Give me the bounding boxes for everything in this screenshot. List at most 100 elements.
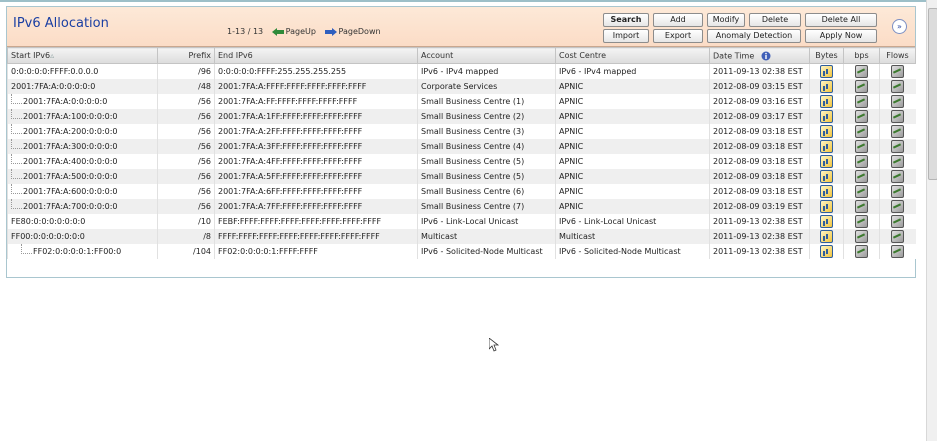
bar-chart-icon[interactable] bbox=[820, 155, 833, 168]
table-row[interactable]: 2001:7FA:A:0:0:0:0:0/48 2001:7FA:A:FFFF:F… bbox=[7, 79, 916, 94]
table-row[interactable]: 2001:7FA:A:0:0:0:0:0/56 2001:7FA:A:FF:FFF… bbox=[7, 94, 916, 109]
search-button[interactable]: Search bbox=[603, 13, 649, 27]
graph-icon[interactable] bbox=[855, 80, 868, 93]
bar-chart-icon[interactable] bbox=[820, 140, 833, 153]
table-row[interactable]: 2001:7FA:A:200:0:0:0:0/56 2001:7FA:A:2FF:… bbox=[7, 124, 916, 139]
cell-date-time-text: 2012-08-09 03:18 EST bbox=[713, 127, 803, 136]
cell-start-ipv6: FF02:0:0:0:0:1:FF00:0 bbox=[7, 244, 158, 259]
graph-icon[interactable] bbox=[891, 65, 905, 78]
col-account[interactable]: Account bbox=[417, 47, 556, 64]
graph-icon[interactable] bbox=[855, 245, 868, 258]
cell-account: Multicast bbox=[417, 229, 556, 244]
cell-bytes bbox=[809, 79, 844, 94]
cell-flows bbox=[879, 139, 916, 154]
graph-icon[interactable] bbox=[891, 170, 905, 183]
table-row[interactable]: 2001:7FA:A:300:0:0:0:0/56 2001:7FA:A:3FF:… bbox=[7, 139, 916, 154]
cell-end-ipv6: FF02:0:0:0:0:1:FFFF:FFFF bbox=[214, 244, 418, 259]
collapse-icon[interactable]: » bbox=[892, 19, 907, 34]
graph-icon[interactable] bbox=[855, 155, 868, 168]
table-row[interactable]: 2001:7FA:A:500:0:0:0:0/56 2001:7FA:A:5FF:… bbox=[7, 169, 916, 184]
graph-icon[interactable] bbox=[855, 230, 868, 243]
cell-end-ipv6: 2001:7FA:A:5FF:FFFF:FFFF:FFFF:FFFF bbox=[214, 169, 418, 184]
graph-icon[interactable] bbox=[891, 125, 905, 138]
bar-chart-icon[interactable] bbox=[820, 200, 833, 213]
col-flows[interactable]: Flows bbox=[879, 47, 916, 64]
cell-end-ipv6-text: 2001:7FA:A:7FF:FFFF:FFFF:FFFF:FFFF bbox=[218, 202, 363, 211]
col-bytes[interactable]: Bytes bbox=[809, 47, 844, 64]
cell-bytes bbox=[809, 229, 844, 244]
graph-icon[interactable] bbox=[891, 155, 905, 168]
table-row[interactable]: 2001:7FA:A:100:0:0:0:0/56 2001:7FA:A:1FF:… bbox=[7, 109, 916, 124]
graph-icon[interactable] bbox=[891, 185, 905, 198]
col-start-ipv6[interactable]: Start IPv6▵ bbox=[7, 47, 158, 64]
delete-button[interactable]: Delete bbox=[749, 13, 801, 27]
export-button[interactable]: Export bbox=[653, 29, 703, 43]
col-cost-centre[interactable]: Cost Centre bbox=[555, 47, 710, 64]
import-button[interactable]: Import bbox=[603, 29, 649, 43]
bar-chart-icon[interactable] bbox=[820, 170, 833, 183]
bar-chart-icon[interactable] bbox=[820, 185, 833, 198]
bar-chart-icon[interactable] bbox=[820, 245, 833, 258]
table-row[interactable]: 0:0:0:0:0:FFFF:0.0.0.0/96 0:0:0:0:0:FFFF:… bbox=[7, 63, 916, 79]
cell-account-text: Small Business Centre (6) bbox=[421, 187, 525, 196]
page-up-link[interactable]: PageUp bbox=[271, 27, 316, 36]
cell-start-ipv6-text: FE80:0:0:0:0:0:0:0 bbox=[11, 217, 86, 226]
graph-icon[interactable] bbox=[855, 95, 868, 108]
col-prefix[interactable]: Prefix bbox=[157, 47, 215, 64]
anomaly-detection-button[interactable]: Anomaly Detection bbox=[707, 29, 801, 43]
graph-icon[interactable] bbox=[855, 125, 868, 138]
graph-icon[interactable] bbox=[891, 245, 905, 258]
table-row[interactable]: 2001:7FA:A:600:0:0:0:0/56 2001:7FA:A:6FF:… bbox=[7, 184, 916, 199]
cell-cost-centre-text: APNIC bbox=[559, 187, 584, 196]
table-row[interactable]: FF02:0:0:0:0:1:FF00:0/104 FF02:0:0:0:0:1:… bbox=[7, 244, 916, 259]
col-bps[interactable]: bps bbox=[843, 47, 880, 64]
info-icon[interactable] bbox=[761, 51, 771, 61]
cell-start-ipv6: 2001:7FA:A:700:0:0:0:0 bbox=[7, 199, 158, 214]
bar-chart-icon[interactable] bbox=[820, 125, 833, 138]
bar-chart-icon[interactable] bbox=[820, 95, 833, 108]
table-row[interactable]: 2001:7FA:A:400:0:0:0:0/56 2001:7FA:A:4FF:… bbox=[7, 154, 916, 169]
table-row[interactable]: FF00:0:0:0:0:0:0:0/8 FFFF:FFFF:FFFF:FFFF:… bbox=[7, 229, 916, 244]
cell-end-ipv6: FFFF:FFFF:FFFF:FFFF:FFFF:FFFF:FFFF:FFFF bbox=[214, 229, 418, 244]
pager: 1-13 / 13 PageUp PageDown bbox=[227, 27, 381, 36]
bar-chart-icon[interactable] bbox=[820, 110, 833, 123]
apply-now-button[interactable]: Apply Now bbox=[805, 29, 877, 43]
graph-icon[interactable] bbox=[891, 95, 905, 108]
graph-icon[interactable] bbox=[891, 140, 905, 153]
col-date-time[interactable]: Date Time bbox=[709, 47, 810, 64]
graph-icon[interactable] bbox=[891, 200, 905, 213]
delete-all-button[interactable]: Delete All bbox=[805, 13, 877, 27]
graph-icon[interactable] bbox=[891, 110, 905, 123]
page-down-link[interactable]: PageDown bbox=[324, 27, 381, 36]
cell-cost-centre-text: IPv6 - IPv4 mapped bbox=[559, 67, 637, 76]
graph-icon[interactable] bbox=[855, 215, 868, 228]
graph-icon[interactable] bbox=[891, 80, 905, 93]
graph-icon[interactable] bbox=[891, 215, 905, 228]
bar-chart-icon[interactable] bbox=[820, 65, 833, 78]
cell-cost-centre: IPv6 - IPv4 mapped bbox=[555, 63, 710, 79]
tree-connector bbox=[11, 109, 22, 119]
bar-chart-icon[interactable] bbox=[820, 230, 833, 243]
tree-connector bbox=[21, 244, 32, 254]
cell-cost-centre: APNIC bbox=[555, 79, 710, 94]
graph-icon[interactable] bbox=[855, 185, 868, 198]
bar-chart-icon[interactable] bbox=[820, 80, 833, 93]
graph-icon[interactable] bbox=[855, 170, 868, 183]
graph-icon[interactable] bbox=[891, 230, 905, 243]
graph-icon[interactable] bbox=[855, 65, 868, 78]
modify-button[interactable]: Modify bbox=[707, 13, 745, 27]
col-end-ipv6[interactable]: End IPv6 bbox=[214, 47, 418, 64]
bar-chart-icon[interactable] bbox=[820, 215, 833, 228]
page-title: IPv6 Allocation bbox=[13, 16, 109, 31]
scrollbar-thumb[interactable] bbox=[928, 8, 937, 180]
table-row[interactable]: 2001:7FA:A:700:0:0:0:0/56 2001:7FA:A:7FF:… bbox=[7, 199, 916, 214]
cell-prefix: /104 bbox=[157, 244, 215, 259]
cell-start-ipv6: 2001:7FA:A:0:0:0:0:0 bbox=[7, 94, 158, 109]
graph-icon[interactable] bbox=[855, 140, 868, 153]
table-row[interactable]: FE80:0:0:0:0:0:0:0/10 FEBF:FFFF:FFFF:FFFF… bbox=[7, 214, 916, 229]
cell-bps bbox=[843, 124, 880, 139]
add-button[interactable]: Add bbox=[653, 13, 703, 27]
graph-icon[interactable] bbox=[855, 110, 868, 123]
vertical-scrollbar[interactable] bbox=[926, 0, 937, 441]
graph-icon[interactable] bbox=[855, 200, 868, 213]
